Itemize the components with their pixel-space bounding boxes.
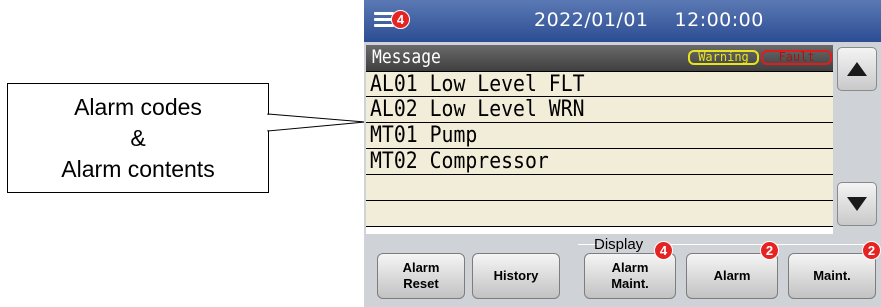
alarm-button[interactable]: Alarm	[686, 253, 778, 299]
message-list: Message Warning Fault AL01 Low Level FLT…	[366, 45, 833, 234]
history-label: History	[493, 268, 539, 283]
alarm-maint-label-2: Maint.	[611, 276, 649, 291]
message-row[interactable]	[366, 201, 833, 227]
message-row[interactable]: MT01 Pump	[366, 123, 833, 149]
hmi-screen: 4 2022/01/01 12:00:00 Message Warning Fau…	[364, 0, 881, 307]
maint-count-badge: 2	[862, 241, 881, 260]
maint-button[interactable]: Maint.	[788, 253, 876, 299]
alarm-count-badge: 2	[760, 241, 779, 260]
message-text: AL01 Low Level FLT	[370, 72, 585, 97]
fault-legend: Fault	[761, 50, 832, 65]
scroll-down-button[interactable]	[837, 182, 877, 226]
alarm-label: Alarm	[713, 268, 751, 283]
alarm-reset-button[interactable]: Alarm Reset	[377, 253, 465, 299]
message-list-header: Message Warning Fault	[366, 45, 833, 71]
maint-label: Maint.	[813, 268, 851, 283]
date-text: 2022/01/01	[534, 9, 649, 31]
message-row[interactable]: AL02 Low Level WRN	[366, 97, 833, 123]
alarm-maint-label-1: Alarm	[611, 260, 649, 275]
callout-line-3: Alarm contents	[61, 155, 215, 182]
history-button[interactable]: History	[472, 253, 560, 299]
display-group-label: Display	[594, 236, 644, 253]
message-row[interactable]: AL01 Low Level FLT	[366, 71, 833, 97]
callout-line-1: Alarm codes	[74, 93, 202, 120]
triangle-up-icon	[847, 62, 867, 76]
message-text: AL02 Low Level WRN	[370, 97, 585, 122]
message-text: MT01 Pump	[370, 123, 478, 148]
message-text: MT02 Compressor	[370, 149, 549, 174]
triangle-down-icon	[847, 197, 867, 211]
message-row[interactable]	[366, 175, 833, 201]
message-rows: AL01 Low Level FLT AL02 Low Level WRN MT…	[366, 71, 833, 227]
message-row[interactable]: MT02 Compressor	[366, 149, 833, 175]
message-title: Message	[372, 46, 441, 68]
menu-notification-badge: 4	[391, 10, 410, 29]
top-bar: 4 2022/01/01 12:00:00	[364, 0, 881, 42]
time-text: 12:00:00	[674, 9, 764, 31]
scroll-up-button[interactable]	[837, 47, 877, 91]
alarm-maint-count-badge: 4	[654, 241, 673, 260]
date-time-display: 2022/01/01 12:00:00	[534, 9, 764, 31]
warning-legend: Warning	[688, 50, 759, 65]
callout-box: Alarm codes & Alarm contents	[7, 83, 269, 193]
alarm-reset-label-1: Alarm	[402, 260, 440, 275]
callout-line-2: &	[130, 124, 146, 151]
alarm-reset-label-2: Reset	[403, 276, 439, 291]
